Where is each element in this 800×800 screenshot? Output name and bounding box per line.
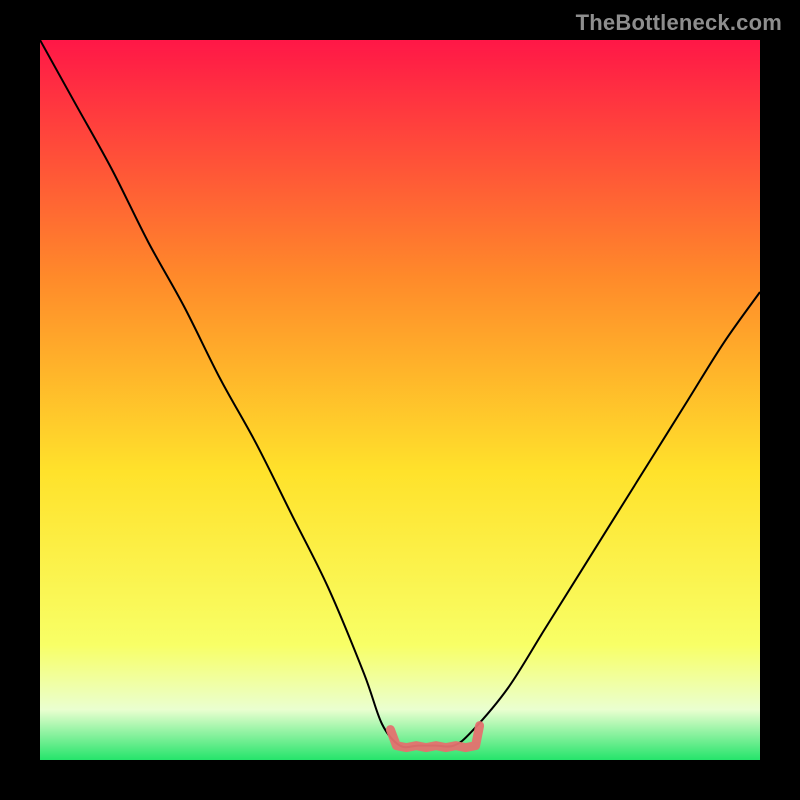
plot-area [40,40,760,760]
chart-frame: TheBottleneck.com [0,0,800,800]
curve-line [40,40,760,747]
bottleneck-curve [40,40,760,760]
watermark-label: TheBottleneck.com [576,10,782,36]
